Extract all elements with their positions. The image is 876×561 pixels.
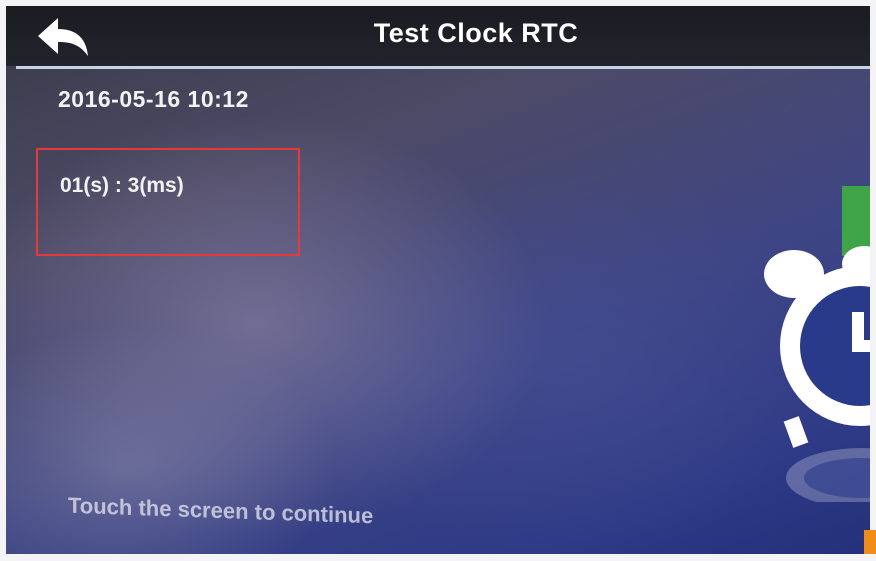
continue-hint: Touch the screen to continue (68, 492, 374, 529)
current-datetime: 2016-05-16 10:12 (58, 86, 249, 112)
rtc-highlight-box (36, 148, 300, 256)
device-bezel: Test Clock RTC 2016-05-16 10:12 01(s) : … (0, 0, 876, 561)
back-button[interactable] (34, 16, 94, 60)
corner-watermark (864, 530, 876, 554)
rtc-reading: 01(s) : 3(ms) (60, 174, 184, 197)
title-divider (16, 66, 870, 69)
alarm-clock-icon (764, 246, 870, 502)
back-arrow-icon (38, 18, 88, 56)
page-title: Test Clock RTC (373, 18, 579, 48)
device-screen[interactable]: Test Clock RTC 2016-05-16 10:12 01(s) : … (6, 6, 870, 554)
